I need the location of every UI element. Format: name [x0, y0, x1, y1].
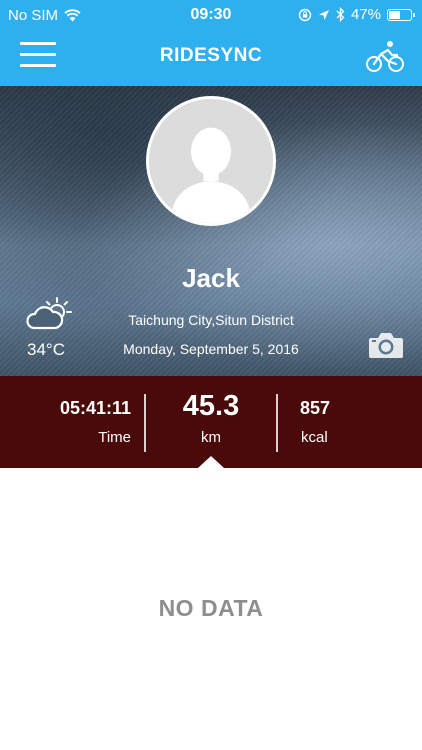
- profile-header: Jack 34°C Taichung City,Situn District M…: [0, 86, 422, 376]
- distance-unit: km: [201, 429, 221, 446]
- navigation-bar: RIDESYNC: [0, 30, 422, 86]
- date-text: Monday, September 5, 2016: [123, 341, 299, 357]
- calories-value: 857: [300, 398, 331, 418]
- ride-time-label: Time: [98, 429, 131, 446]
- stats-divider: [276, 394, 278, 452]
- battery-icon: [387, 8, 415, 21]
- temperature: 34°C: [27, 340, 65, 359]
- status-right: 47%: [298, 6, 415, 23]
- ride-time-value: 05:41:11: [59, 398, 131, 418]
- battery-level-fill: [389, 10, 400, 19]
- profile-name: Jack: [182, 263, 240, 293]
- bluetooth-icon: [336, 7, 345, 22]
- calories-unit: kcal: [301, 429, 328, 446]
- ride-stats-bar: 05:41:11 Time 45.3 km 857 kcal: [0, 376, 422, 468]
- rotation-lock-icon: [298, 8, 312, 21]
- partly-sunny-icon: [26, 297, 72, 330]
- battery-percent: 47%: [350, 6, 381, 23]
- ride-content-area: NO DATA: [0, 468, 422, 750]
- top-bar: No SIM 09:30 47% RIDESYNC: [0, 0, 422, 86]
- camera-icon[interactable]: [368, 330, 404, 360]
- location-arrow-icon: [318, 9, 329, 20]
- empty-state-message: NO DATA: [158, 595, 264, 621]
- default-avatar-icon[interactable]: [146, 96, 276, 226]
- cyclist-icon[interactable]: [366, 39, 404, 73]
- location-text: Taichung City,Situn District: [128, 312, 294, 328]
- distance-value: 45.3: [182, 390, 240, 422]
- selected-stat-pointer: [198, 456, 224, 468]
- app-title: RIDESYNC: [159, 45, 263, 66]
- status-bar: No SIM 09:30 47%: [0, 0, 422, 30]
